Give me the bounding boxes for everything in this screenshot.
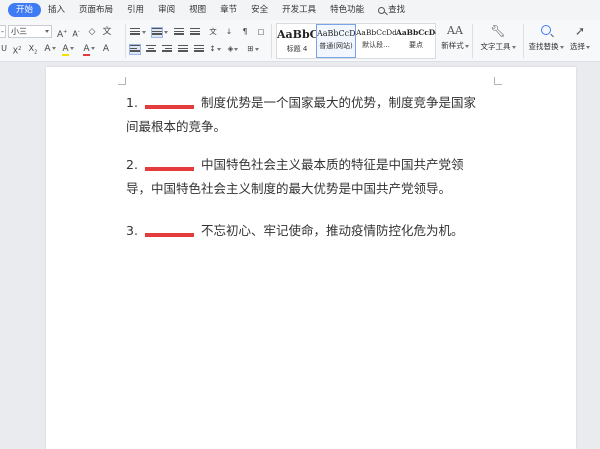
list-item[interactable]: 3. 不忘初心、牢记使命，推动疫情防控化危为机。 (126, 219, 464, 243)
list-item[interactable]: 1. 制度优势是一个国家最大的优势，制度竞争是国家 间最根本的竞争。 (126, 91, 476, 139)
justify-icon[interactable] (178, 45, 188, 54)
margin-crop-mark (118, 77, 126, 85)
tab-view[interactable]: 视图 (182, 3, 213, 17)
find-replace-icon (526, 24, 566, 38)
font-size-combo[interactable]: 小三 (8, 25, 52, 38)
style-key-point[interactable]: AaBbCcDc 要点 (396, 24, 436, 58)
tab-security[interactable]: 安全 (244, 3, 275, 17)
borders-button[interactable]: ▢ (255, 26, 267, 38)
line-spacing-button[interactable]: ↕ (208, 43, 222, 55)
border-dropdown-button[interactable]: ⊞ (246, 43, 260, 55)
search-tab-label: 查找 (388, 5, 406, 15)
subscript-button[interactable]: X2 (28, 43, 38, 56)
underline-icon: U (1, 44, 7, 53)
pinyin-icon: 文 (102, 27, 112, 37)
chevron-down-icon (164, 31, 168, 34)
style-normal-web[interactable]: AaBbCcD 普通(网站) (316, 24, 356, 58)
tab-references[interactable]: 引用 (120, 3, 151, 17)
blank-underline (145, 232, 194, 237)
cursor-arrow-icon: ➚ (574, 24, 586, 38)
text-effect-button[interactable]: A (43, 43, 57, 55)
distribute-icon[interactable] (194, 45, 204, 54)
sort-icon: ↓ (225, 27, 233, 36)
paragraph-mark-icon: ¶ (242, 27, 248, 36)
bullet-list-icon[interactable] (130, 28, 140, 37)
highlight-button[interactable]: A (61, 43, 75, 56)
text-tools-button[interactable]: 🔧︎ 文字工具 (476, 24, 520, 52)
select-button[interactable]: ➚ 选择 (566, 24, 594, 52)
underline-button[interactable]: U (0, 43, 8, 55)
chinese-layout-button[interactable]: 文 (206, 26, 220, 38)
numbered-list-icon[interactable] (151, 27, 163, 38)
line-spacing-icon: ↕ (209, 44, 216, 53)
list-item[interactable]: 2. 中国特色社会主义最本质的特征是中国共产党领 导，中国特色社会主义制度的最大优… (126, 153, 464, 201)
decrease-indent-icon[interactable] (174, 28, 184, 37)
layout-icon: 文 (209, 27, 217, 36)
align-center-icon[interactable] (146, 45, 156, 54)
margin-crop-mark (494, 77, 502, 85)
new-style-button[interactable]: AA 新样式 (440, 24, 470, 51)
tab-features[interactable]: 特色功能 (323, 3, 371, 17)
tab-home[interactable]: 开始 (8, 3, 42, 17)
tab-review[interactable]: 审阅 (151, 3, 182, 17)
find-replace-button[interactable]: 查找替换 (526, 24, 566, 52)
increase-indent-icon[interactable] (190, 28, 200, 37)
font-color-icon: A (83, 44, 90, 56)
font-color-button[interactable]: A (82, 43, 96, 56)
chevron-down-icon (142, 31, 146, 34)
eraser-icon: ◇ (88, 27, 96, 37)
blank-underline (145, 166, 194, 171)
align-left-icon[interactable] (129, 44, 141, 55)
wrench-icon: 🔧︎ (490, 24, 506, 38)
tab-developer[interactable]: 开发工具 (275, 3, 323, 17)
blank-underline (145, 104, 194, 109)
style-default-paragraph[interactable]: AaBbCcDd 默认段... (356, 24, 396, 58)
search-tab[interactable]: 查找 (371, 3, 412, 17)
chevron-down-icon (45, 30, 49, 33)
grow-font-button[interactable]: A+ (57, 26, 67, 40)
char-border-button[interactable]: A (101, 43, 111, 55)
tab-insert[interactable]: 插入 (41, 3, 72, 17)
ribbon-toolbar: - 小三 A+ A- ◇ 文 文 ↓ ¶ ▢ U X2 X2 A A A A ↕… (0, 20, 600, 62)
border-icon: ▢ (257, 27, 265, 36)
sort-button[interactable]: ↓ (224, 26, 234, 38)
text-effect-icon: A (44, 44, 51, 54)
shrink-font-button[interactable]: A- (71, 26, 81, 39)
grid-icon: ⊞ (247, 44, 254, 53)
pinyin-guide-button[interactable]: 文 (102, 26, 112, 38)
ribbon-tab-bar: 开始 插入 页面布局 引用 审阅 视图 章节 安全 开发工具 特色功能 查找 (0, 0, 600, 20)
align-right-icon[interactable] (162, 45, 172, 54)
tab-page-layout[interactable]: 页面布局 (72, 3, 120, 17)
new-style-icon: AA (447, 24, 463, 37)
style-gallery: AaBbC 标题 4 AaBbCcD 普通(网站) AaBbCcDd 默认段..… (276, 23, 436, 59)
search-icon (378, 6, 386, 14)
highlight-icon: A (62, 44, 69, 56)
tab-section[interactable]: 章节 (213, 3, 244, 17)
font-size-value: 小三 (11, 27, 27, 36)
shading-button[interactable]: ◈ (226, 43, 240, 55)
superscript-button[interactable]: X2 (12, 43, 22, 56)
paint-bucket-icon: ◈ (227, 44, 234, 53)
font-name-combo[interactable]: - (0, 25, 6, 38)
show-marks-button[interactable]: ¶ (240, 26, 250, 38)
clear-format-button[interactable]: ◇ (87, 26, 97, 38)
char-border-icon: A (102, 44, 110, 54)
style-heading4[interactable]: AaBbC 标题 4 (277, 24, 317, 58)
